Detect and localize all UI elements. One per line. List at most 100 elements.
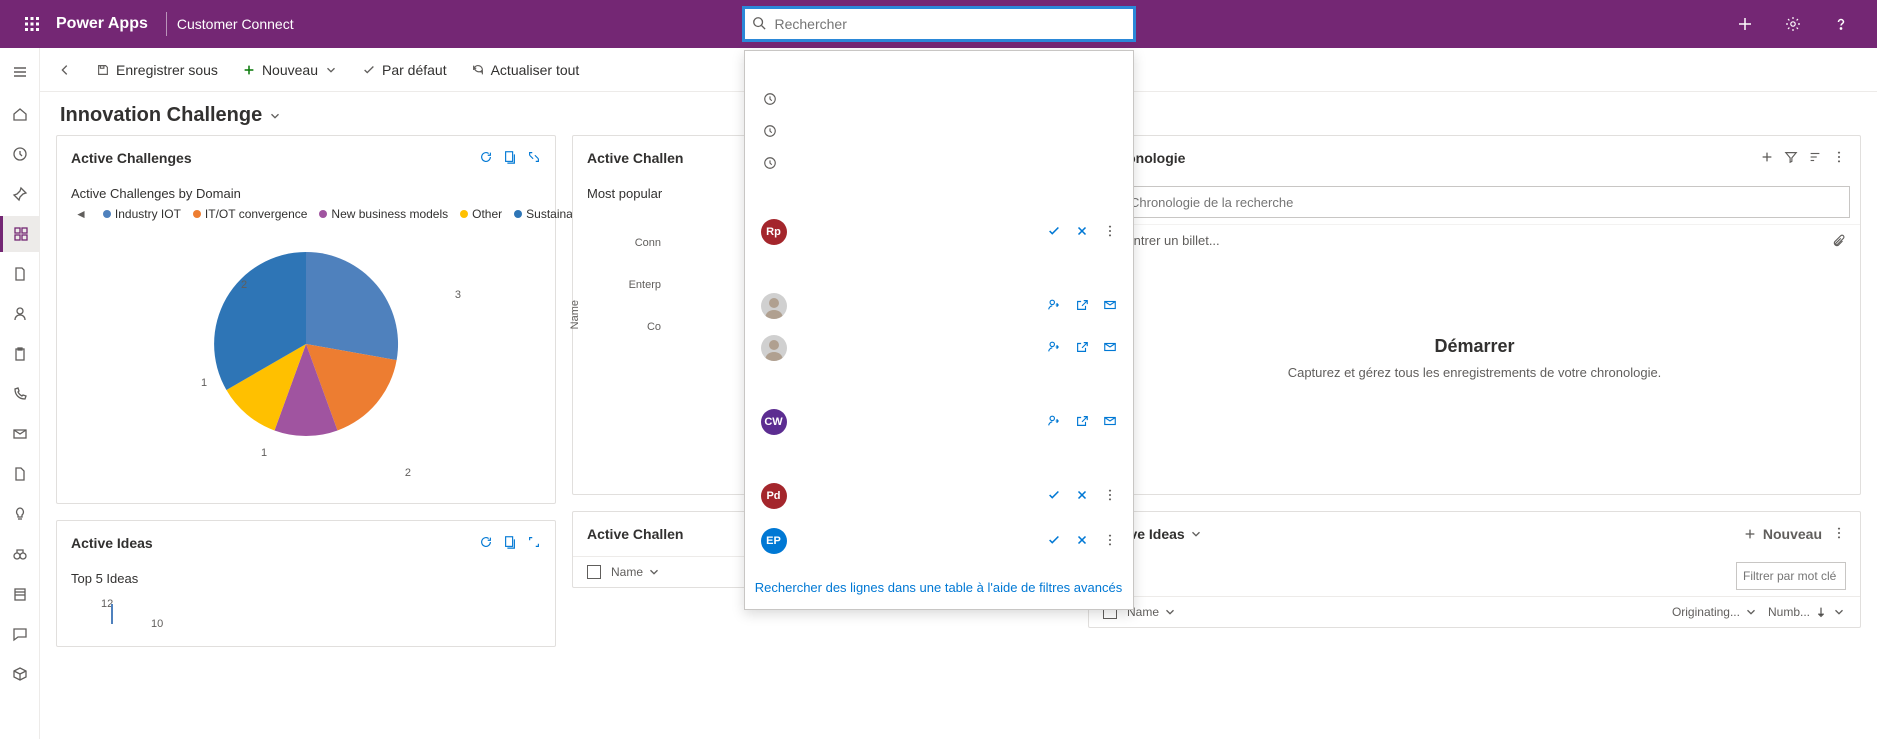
search-group-heading: Comptes [745, 369, 1133, 401]
history-icon [761, 156, 779, 170]
package-icon [12, 666, 28, 682]
column-number[interactable]: Numb... [1768, 605, 1846, 619]
legend-prev-button[interactable]: ◄ [71, 207, 91, 221]
view-records-icon[interactable] [503, 150, 517, 167]
nav-chat[interactable] [0, 616, 40, 652]
recent-searches-heading: Recherches récentes [745, 51, 1133, 83]
email-link-icon[interactable] [1103, 414, 1117, 431]
card-subtitle: Active Challenges by Domain [71, 186, 541, 201]
complete-icon[interactable] [1047, 224, 1061, 241]
more-icon[interactable] [1103, 488, 1117, 505]
help-button[interactable] [1821, 0, 1861, 48]
nav-calls[interactable] [0, 376, 40, 412]
cancel-icon[interactable] [1075, 533, 1089, 550]
recent-search-item[interactable]: win* [745, 115, 1133, 147]
advanced-filters-link[interactable]: Rechercher des lignes dans une table à l… [755, 580, 1122, 595]
cancel-icon[interactable] [1075, 488, 1089, 505]
refresh-icon[interactable] [479, 535, 493, 552]
share-icon[interactable] [1075, 340, 1089, 357]
view-records-icon[interactable] [503, 535, 517, 552]
email-link-icon[interactable] [1103, 298, 1117, 315]
select-all-checkbox[interactable] [587, 565, 601, 579]
global-search: Recherches récentes "Rappeler pour la ré… [744, 8, 1134, 40]
timeline-search-input[interactable] [1099, 186, 1850, 218]
column-name[interactable]: Name [1127, 605, 1662, 619]
sort-down-icon [1814, 605, 1828, 619]
filter-keyword-input[interactable] [1736, 562, 1846, 590]
nav-email[interactable] [0, 416, 40, 452]
add-timeline-button[interactable] [1760, 150, 1774, 167]
cancel-icon[interactable] [1075, 224, 1089, 241]
search-input[interactable] [744, 8, 1134, 40]
nav-files[interactable] [0, 456, 40, 492]
refresh-icon [471, 63, 485, 77]
back-button[interactable] [48, 57, 82, 83]
mail-icon [12, 426, 28, 442]
column-name[interactable]: Name [611, 565, 661, 579]
save-as-button[interactable]: Enregistrer sous [86, 56, 228, 84]
plus-icon [242, 63, 256, 77]
more-icon[interactable] [1103, 224, 1117, 241]
share-icon[interactable] [1075, 298, 1089, 315]
plus-icon [1737, 16, 1753, 32]
email-link-icon[interactable] [1103, 340, 1117, 357]
search-result-item[interactable]: EPEvaluation Plan agreed upon (sample) [745, 517, 1133, 565]
default-button[interactable]: Par défaut [352, 56, 457, 84]
refresh-icon[interactable] [479, 150, 493, 167]
assign-icon[interactable] [1047, 340, 1061, 357]
new-button[interactable]: Nouveau [232, 56, 348, 84]
search-result-item[interactable]: PdPlan d'évaluation accepté (exemple) [745, 475, 1133, 517]
nav-pinned[interactable] [0, 176, 40, 212]
expand-icon[interactable] [527, 535, 541, 552]
chevron-down-icon [647, 565, 661, 579]
back-arrow-icon [58, 63, 72, 77]
nav-ideas[interactable] [0, 496, 40, 532]
nav-accounts[interactable] [0, 256, 40, 292]
nav-org[interactable] [0, 576, 40, 612]
clipboard-icon [12, 346, 28, 362]
attachment-icon[interactable] [1832, 234, 1846, 248]
search-result-item[interactable]: Jim Glynn (sample) [745, 327, 1133, 369]
complete-icon[interactable] [1047, 533, 1061, 550]
sort-button[interactable] [1808, 150, 1822, 167]
complete-icon[interactable] [1047, 488, 1061, 505]
nav-contacts[interactable] [0, 296, 40, 332]
expand-icon[interactable] [527, 150, 541, 167]
chart-legend: ◄ Industry IOT IT/OT convergence New bus… [71, 207, 541, 221]
search-result-item[interactable]: RpRappeler pour la résolution (exemple) [745, 211, 1133, 253]
app-launcher-button[interactable] [8, 16, 56, 32]
assign-icon[interactable] [1047, 414, 1061, 431]
search-result-item[interactable]: CWCoho Winery (sample) [745, 401, 1133, 443]
more-icon[interactable] [1103, 533, 1117, 550]
avatar [761, 293, 787, 319]
card-title: Active Challen [587, 150, 683, 166]
timeline-card: Chronologie [1088, 135, 1861, 495]
search-suggestions-panel: Recherches récentes "Rappeler pour la ré… [744, 50, 1134, 610]
nav-activities[interactable] [0, 336, 40, 372]
search-result-item[interactable]: Thomas Andersen (sample) [745, 285, 1133, 327]
add-button[interactable] [1725, 0, 1765, 48]
nav-recent[interactable] [0, 136, 40, 172]
new-label: Nouveau [262, 62, 318, 78]
nav-dashboards[interactable] [0, 216, 40, 252]
filter-button[interactable] [1784, 150, 1798, 167]
avatar [761, 335, 787, 361]
nav-discover[interactable] [0, 536, 40, 572]
assign-icon[interactable] [1047, 298, 1061, 315]
recent-search-item[interactable]: *win [745, 147, 1133, 179]
more-button[interactable] [1832, 526, 1846, 543]
settings-button[interactable] [1773, 0, 1813, 48]
nav-home[interactable] [0, 96, 40, 132]
timeline-empty-body: Capturez et gérez tous les enregistremen… [1109, 365, 1840, 380]
nav-toggle-button[interactable] [0, 52, 40, 92]
refresh-all-button[interactable]: Actualiser tout [461, 56, 590, 84]
recent-search-item[interactable]: "Rappeler pour la résolution (exemple)" [745, 83, 1133, 115]
share-icon[interactable] [1075, 414, 1089, 431]
column-originating[interactable]: Originating... [1672, 605, 1758, 619]
new-record-button[interactable]: Nouveau [1743, 526, 1822, 542]
more-button[interactable] [1832, 150, 1846, 167]
nav-products[interactable] [0, 656, 40, 692]
help-icon [1833, 16, 1849, 32]
hamburger-icon [12, 64, 28, 80]
note-input-row[interactable]: Entrer un billet... [1089, 224, 1860, 256]
